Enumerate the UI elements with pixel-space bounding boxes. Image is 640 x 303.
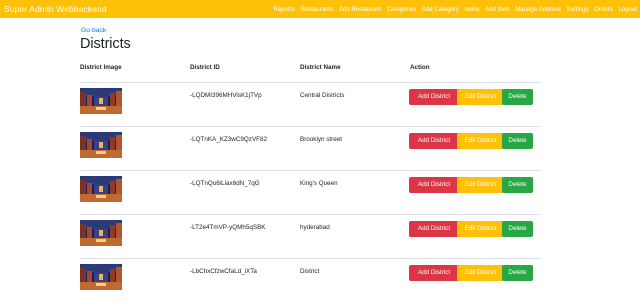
add-district-button[interactable]: Add District bbox=[409, 177, 459, 193]
district-id: -LQTnQu6iLiax6dN_7qG bbox=[190, 180, 260, 187]
nav-link-add-category[interactable]: Add Category bbox=[422, 6, 459, 13]
edit-district-button[interactable]: Edit District bbox=[457, 265, 504, 281]
table-header: District Image District ID District Name… bbox=[80, 61, 541, 83]
district-id: -LbChxCfzwCfaLd_iXTa bbox=[190, 268, 257, 275]
district-image bbox=[80, 88, 122, 114]
table-row: -LQTnKA_KZ3wC9QzVF82 Brooklyn street Add… bbox=[80, 127, 541, 171]
district-image bbox=[80, 176, 122, 202]
edit-district-button[interactable]: Edit District bbox=[457, 221, 504, 237]
nav-link-categories[interactable]: Categories bbox=[387, 6, 416, 13]
district-image bbox=[80, 264, 122, 290]
header-district-id: District ID bbox=[190, 64, 220, 71]
add-district-button[interactable]: Add District bbox=[409, 221, 459, 237]
district-name: District bbox=[300, 268, 320, 275]
edit-district-button[interactable]: Edit District bbox=[457, 177, 504, 193]
add-district-button[interactable]: Add District bbox=[409, 265, 459, 281]
go-back-link[interactable]: Go back bbox=[81, 27, 106, 34]
nav-link-manage-address[interactable]: Manage Address bbox=[515, 6, 561, 13]
delete-button[interactable]: Delete bbox=[502, 265, 533, 281]
nav-links: Reports Restaurants Add Restaurant Categ… bbox=[268, 6, 637, 13]
district-id: -LQDMI396MHVisK1jTVp bbox=[190, 92, 262, 99]
header-district-image: District Image bbox=[80, 64, 122, 71]
delete-button[interactable]: Delete bbox=[502, 221, 533, 237]
nav-link-orders[interactable]: Orders bbox=[594, 6, 613, 13]
district-name: Central Districts bbox=[300, 92, 345, 99]
header-district-name: District Name bbox=[300, 64, 341, 71]
page-title: Districts bbox=[80, 36, 131, 52]
delete-button[interactable]: Delete bbox=[502, 89, 533, 105]
delete-button[interactable]: Delete bbox=[502, 133, 533, 149]
nav-link-items[interactable]: Items bbox=[465, 6, 480, 13]
district-name: hyderabad bbox=[300, 224, 330, 231]
district-id: -LT2e4TmVP-yQMh5qSBK bbox=[190, 224, 266, 231]
district-name: King's Queen bbox=[300, 180, 338, 187]
table-row: -LQTnQu6iLiax6dN_7qG King's Queen Add Di… bbox=[80, 171, 541, 215]
delete-button[interactable]: Delete bbox=[502, 177, 533, 193]
add-district-button[interactable]: Add District bbox=[409, 133, 459, 149]
nav-link-logout[interactable]: Logout bbox=[618, 6, 637, 13]
brand-title[interactable]: Super Admin Webbackend bbox=[4, 4, 107, 14]
add-district-button[interactable]: Add District bbox=[409, 89, 459, 105]
table-row: -LQDMI396MHVisK1jTVp Central Districts A… bbox=[80, 83, 541, 127]
district-name: Brooklyn street bbox=[300, 136, 342, 143]
nav-link-reports[interactable]: Reports bbox=[273, 6, 294, 13]
district-image bbox=[80, 132, 122, 158]
nav-link-settings[interactable]: Settings bbox=[567, 6, 589, 13]
district-id: -LQTnKA_KZ3wC9QzVF82 bbox=[190, 136, 267, 143]
table-row: -LT2e4TmVP-yQMh5qSBK hyderabad Add Distr… bbox=[80, 215, 541, 259]
nav-link-restaurants[interactable]: Restaurants bbox=[300, 6, 333, 13]
edit-district-button[interactable]: Edit District bbox=[457, 89, 504, 105]
nav-link-add-restaurant[interactable]: Add Restaurant bbox=[339, 6, 381, 13]
nav-link-add-item[interactable]: Add Item bbox=[485, 6, 509, 13]
table-row: -LbChxCfzwCfaLd_iXTa District Add Distri… bbox=[80, 259, 541, 303]
edit-district-button[interactable]: Edit District bbox=[457, 133, 504, 149]
top-navbar: Super Admin Webbackend Reports Restauran… bbox=[0, 0, 640, 18]
header-action: Action bbox=[410, 64, 430, 71]
district-image bbox=[80, 220, 122, 246]
